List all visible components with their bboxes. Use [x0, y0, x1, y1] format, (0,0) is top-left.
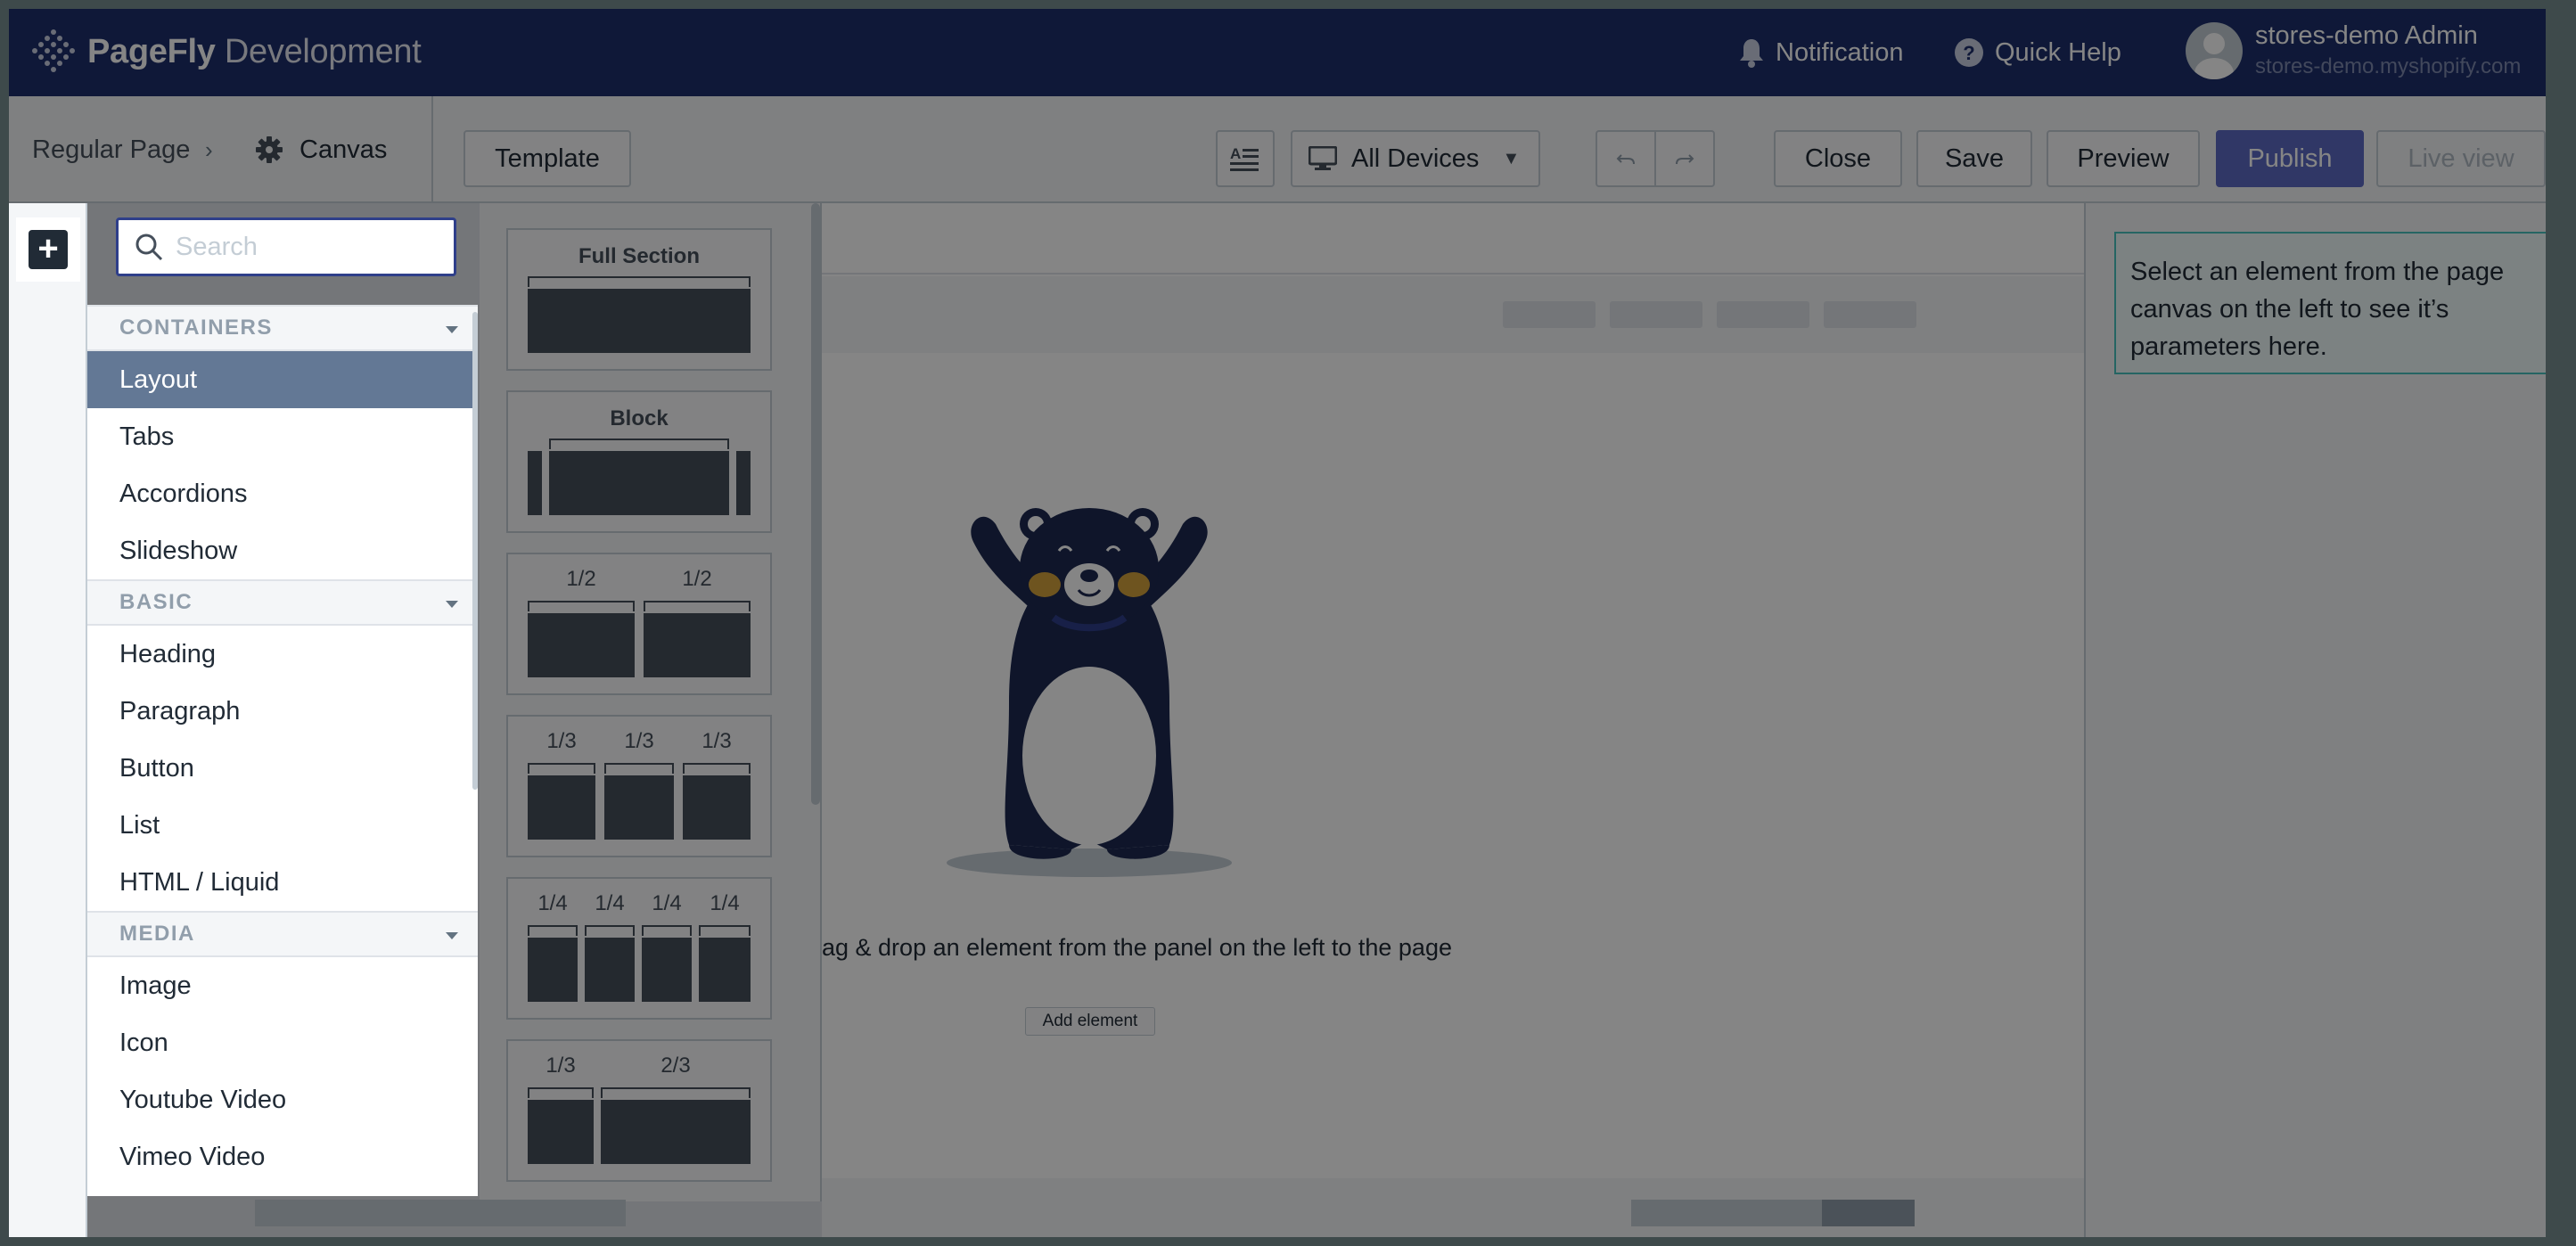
preset-half-half[interactable]: 1/2 1/2	[506, 553, 772, 695]
preset-thirds[interactable]: 1/3 1/3 1/3	[506, 715, 772, 857]
text-format-button[interactable]: A	[1216, 130, 1275, 187]
canvas-header-bar	[822, 276, 2084, 353]
user-menu[interactable]: stores-demo Admin stores-demo.myshopify.…	[2186, 21, 2521, 79]
device-select-label: All Devices	[1351, 143, 1480, 173]
preset-quarters[interactable]: 1/4 1/4 1/4 1/4	[506, 877, 772, 1020]
gear-icon	[256, 136, 283, 163]
bear-mascot-icon	[947, 508, 1232, 877]
desktop-icon	[1309, 146, 1337, 170]
list-item[interactable]: Layout	[87, 351, 478, 408]
search-input[interactable]	[176, 232, 443, 262]
plus-icon: +	[29, 230, 68, 269]
preset-full-section[interactable]: Full Section	[506, 228, 772, 371]
question-circle-icon: ?	[1955, 38, 1983, 67]
save-button[interactable]: Save	[1916, 130, 2032, 187]
properties-panel: Select an element from the page canvas o…	[2084, 203, 2546, 1237]
undo-icon	[1616, 154, 1635, 165]
add-element-tab[interactable]: +	[16, 217, 80, 282]
list-item[interactable]: Paragraph	[87, 683, 478, 740]
caret-down-icon	[446, 601, 458, 608]
search-icon	[135, 234, 163, 261]
add-element-button[interactable]: Add element	[1025, 1007, 1155, 1036]
element-list-scrollbar[interactable]	[472, 312, 478, 790]
list-item[interactable]: List	[87, 797, 478, 854]
device-select[interactable]: All Devices ▼	[1291, 130, 1540, 187]
list-item[interactable]: Button	[87, 740, 478, 797]
preview-button[interactable]: Preview	[2047, 130, 2200, 187]
quick-help-label: Quick Help	[1995, 37, 2121, 67]
breadcrumb-separator: ›	[205, 135, 213, 163]
user-domain: stores-demo.myshopify.com	[2255, 54, 2522, 78]
category-header-containers[interactable]: CONTAINERS	[87, 305, 478, 351]
presets-scrollbar[interactable]	[811, 203, 820, 805]
horizontal-scrollbar[interactable]	[255, 1200, 626, 1226]
bell-icon	[1740, 39, 1763, 68]
preset-third-two-thirds[interactable]: 1/3 2/3	[506, 1039, 772, 1182]
canvas-tab-strip	[822, 203, 2084, 275]
properties-info-message: Select an element from the page canvas o…	[2114, 232, 2546, 374]
list-item[interactable]: Slideshow	[87, 522, 478, 579]
svg-text:A: A	[1230, 145, 1241, 162]
category-header-basic[interactable]: BASIC	[87, 579, 478, 626]
caret-down-icon	[446, 932, 458, 939]
header-placeholder	[1717, 301, 1809, 328]
left-rail: +	[9, 203, 87, 1237]
list-item[interactable]: Icon	[87, 1014, 478, 1071]
list-item[interactable]: Heading	[87, 626, 478, 683]
chevron-down-icon: ▼	[1502, 148, 1521, 168]
list-item[interactable]: HTML / Liquid	[87, 854, 478, 911]
layout-presets-panel: Full Section Block 1/2 1/2 1/3 1/3 1/3 1…	[480, 203, 822, 1201]
live-view-button[interactable]: Live view	[2376, 130, 2546, 187]
publish-button[interactable]: Publish	[2216, 130, 2364, 187]
list-item[interactable]: Tabs	[87, 408, 478, 465]
canvas-empty-message: ag & drop an element from the panel on t…	[822, 934, 1452, 961]
logo-bold-text: PageFly	[87, 32, 216, 70]
avatar	[2186, 21, 2243, 79]
breadcrumb-page[interactable]: Regular Page	[32, 96, 190, 203]
notification-label: Notification	[1776, 37, 1904, 67]
svg-text:?: ?	[1963, 42, 1974, 64]
list-item[interactable]: Vimeo Video	[87, 1128, 478, 1185]
app-frame: PageFly Development Notification ? Quick…	[9, 9, 2546, 1237]
page-canvas[interactable]: ag & drop an element from the panel on t…	[822, 203, 2084, 1237]
top-bar: PageFly Development Notification ? Quick…	[9, 9, 2546, 96]
element-list: CONTAINERS Layout Tabs Accordions Slides…	[87, 305, 478, 1196]
text-align-icon: A	[1230, 145, 1259, 171]
caret-down-icon	[446, 326, 458, 333]
redo-button[interactable]	[1654, 130, 1715, 187]
undo-button[interactable]	[1596, 130, 1656, 187]
notification-button[interactable]: Notification	[1738, 9, 1903, 96]
header-placeholder	[1610, 301, 1702, 328]
pagefly-logo-icon	[32, 29, 75, 72]
pagefly-logo[interactable]: PageFly Development	[32, 29, 422, 75]
toolbar-divider	[431, 96, 433, 201]
user-name: stores-demo Admin	[2255, 21, 2478, 50]
close-button[interactable]: Close	[1774, 130, 1902, 187]
search-box[interactable]	[116, 217, 456, 276]
editor-toolbar: Regular Page › Canvas Template A All Dev…	[9, 96, 2546, 203]
breadcrumb-current-label: Canvas	[299, 135, 388, 164]
preset-block[interactable]: Block	[506, 390, 772, 533]
logo-light-text: Development	[224, 32, 422, 70]
redo-icon	[1676, 154, 1694, 165]
list-item[interactable]: Image	[87, 957, 478, 1014]
list-item[interactable]: Youtube Video	[87, 1071, 478, 1128]
quick-help-button[interactable]: ? Quick Help	[1954, 9, 2121, 96]
template-button[interactable]: Template	[464, 130, 631, 187]
breadcrumb-current[interactable]: Canvas	[255, 96, 387, 203]
header-placeholder	[1824, 301, 1916, 328]
category-header-media[interactable]: MEDIA	[87, 911, 478, 957]
header-placeholder	[1503, 301, 1596, 328]
list-item[interactable]: Accordions	[87, 465, 478, 522]
canvas-horizontal-scrollbar[interactable]	[1631, 1200, 1915, 1226]
